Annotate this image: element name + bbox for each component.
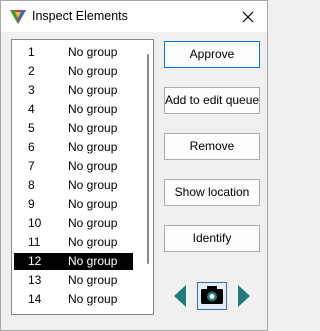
list-item[interactable]: 13 No group: [14, 272, 133, 289]
item-group: No group: [68, 254, 118, 268]
list-item[interactable]: 14 No group: [14, 291, 133, 308]
item-group: No group: [68, 121, 118, 135]
remove-button[interactable]: Remove: [164, 133, 260, 160]
app-logo-icon: [10, 10, 26, 24]
item-number: 14: [28, 292, 42, 306]
title-bar: Inspect Elements: [1, 1, 267, 32]
navigation-controls: [164, 282, 260, 310]
identify-button[interactable]: Identify: [164, 225, 260, 252]
list-item[interactable]: 3 No group: [14, 82, 133, 99]
item-group: No group: [68, 159, 118, 173]
item-group: No group: [68, 45, 118, 59]
item-group: No group: [68, 292, 118, 306]
item-group: No group: [68, 83, 118, 97]
item-number: 12: [28, 254, 42, 268]
item-number: 5: [28, 121, 35, 135]
camera-button[interactable]: [197, 282, 227, 310]
item-number: 10: [28, 216, 42, 230]
close-button[interactable]: [229, 1, 267, 32]
item-group: No group: [68, 216, 118, 230]
list-item[interactable]: 5 No group: [14, 120, 133, 137]
item-group: No group: [68, 235, 118, 249]
triangle-right-icon: [238, 285, 250, 307]
item-number: 8: [28, 178, 35, 192]
list-item[interactable]: 8 No group: [14, 177, 133, 194]
item-number: 1: [28, 45, 35, 59]
item-group: No group: [68, 102, 118, 116]
list-scrollbar[interactable]: [147, 54, 149, 264]
list-item[interactable]: 2 No group: [14, 63, 133, 80]
item-group: No group: [68, 64, 118, 78]
add-to-edit-queue-button[interactable]: Add to edit queue: [164, 87, 260, 114]
item-group: No group: [68, 178, 118, 192]
previous-button[interactable]: [171, 282, 189, 310]
next-button[interactable]: [235, 282, 253, 310]
list-item[interactable]: 9 No group: [14, 196, 133, 213]
list-item[interactable]: 7 No group: [14, 158, 133, 175]
list-item[interactable]: 10 No group: [14, 215, 133, 232]
item-number: 11: [28, 235, 41, 249]
item-number: 7: [28, 159, 35, 173]
item-number: 4: [28, 102, 35, 116]
close-icon: [242, 11, 254, 22]
item-number: 2: [28, 64, 35, 78]
triangle-left-icon: [174, 285, 186, 307]
item-number: 6: [28, 140, 35, 154]
item-group: No group: [68, 140, 118, 154]
show-location-button[interactable]: Show location: [164, 179, 260, 206]
item-number: 3: [28, 83, 35, 97]
item-number: 13: [28, 273, 42, 287]
window-title: Inspect Elements: [32, 9, 128, 23]
elements-list[interactable]: 1 No group 2 No group 3 No group 4 No group 5 No …: [11, 39, 154, 315]
list-item[interactable]: 12 No group: [14, 253, 133, 270]
list-item[interactable]: 1 No group: [14, 44, 133, 61]
item-group: No group: [68, 273, 118, 287]
list-item[interactable]: 11 No group: [14, 234, 133, 251]
list-item[interactable]: 6 No group: [14, 139, 133, 156]
item-number: 9: [28, 197, 35, 211]
list-item[interactable]: 4 No group: [14, 101, 133, 118]
camera-icon: [201, 286, 223, 304]
inspect-elements-window: Inspect Elements 1 No group 2 No group 3 No g…: [0, 0, 268, 331]
approve-button[interactable]: Approve: [164, 41, 260, 68]
item-group: No group: [68, 197, 118, 211]
